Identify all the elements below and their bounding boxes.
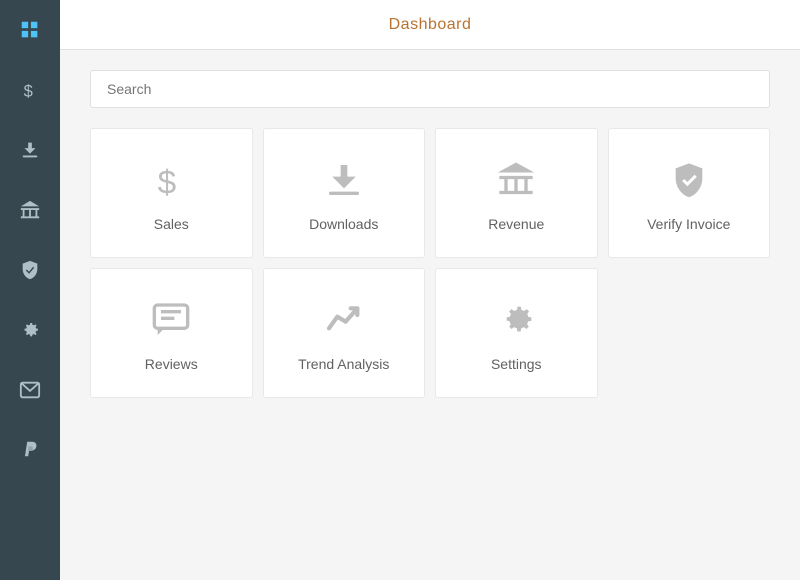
- mail-icon: [19, 379, 41, 401]
- card-trend-analysis[interactable]: Trend Analysis: [263, 268, 426, 398]
- svg-text:$: $: [24, 82, 33, 100]
- sidebar-item-email[interactable]: [0, 360, 60, 420]
- dollar-icon: $: [19, 79, 41, 101]
- card-downloads[interactable]: Downloads: [263, 128, 426, 258]
- paypal-icon: [19, 439, 41, 461]
- sidebar-item-downloads[interactable]: [0, 120, 60, 180]
- svg-text:$: $: [158, 164, 177, 200]
- search-bar: [90, 70, 770, 108]
- shield-icon: [19, 259, 41, 281]
- sidebar: $: [0, 0, 60, 580]
- settings-icon: [496, 300, 536, 340]
- card-verify-invoice-label: Verify Invoice: [647, 216, 730, 232]
- header: Dashboard: [60, 0, 800, 50]
- grid-icon: [19, 19, 41, 41]
- card-settings-label: Settings: [491, 356, 542, 372]
- page-title: Dashboard: [389, 16, 472, 34]
- sidebar-item-paypal[interactable]: [0, 420, 60, 480]
- downloads-icon: [324, 160, 364, 200]
- card-sales[interactable]: $ Sales: [90, 128, 253, 258]
- main-content: Dashboard $ Sales: [60, 0, 800, 580]
- card-trend-analysis-label: Trend Analysis: [298, 356, 389, 372]
- search-input[interactable]: [90, 70, 770, 108]
- download-icon: [19, 139, 41, 161]
- card-sales-label: Sales: [154, 216, 189, 232]
- card-reviews[interactable]: Reviews: [90, 268, 253, 398]
- sidebar-item-dashboard[interactable]: [0, 0, 60, 60]
- card-downloads-label: Downloads: [309, 216, 378, 232]
- sidebar-item-revenue[interactable]: [0, 180, 60, 240]
- card-verify-invoice[interactable]: Verify Invoice: [608, 128, 771, 258]
- gear-icon: [19, 319, 41, 341]
- sidebar-item-settings[interactable]: [0, 300, 60, 360]
- card-settings[interactable]: Settings: [435, 268, 598, 398]
- card-revenue[interactable]: Revenue: [435, 128, 598, 258]
- sidebar-item-sales[interactable]: $: [0, 60, 60, 120]
- reviews-icon: [151, 300, 191, 340]
- card-reviews-label: Reviews: [145, 356, 198, 372]
- dashboard-grid: $ Sales Downloads: [90, 128, 770, 398]
- verify-invoice-icon: [669, 160, 709, 200]
- trend-analysis-icon: [324, 300, 364, 340]
- bank-icon: [19, 199, 41, 221]
- sales-icon: $: [151, 160, 191, 200]
- sidebar-item-verify[interactable]: [0, 240, 60, 300]
- content-area: $ Sales Downloads: [60, 50, 800, 580]
- revenue-icon: [496, 160, 536, 200]
- card-revenue-label: Revenue: [488, 216, 544, 232]
